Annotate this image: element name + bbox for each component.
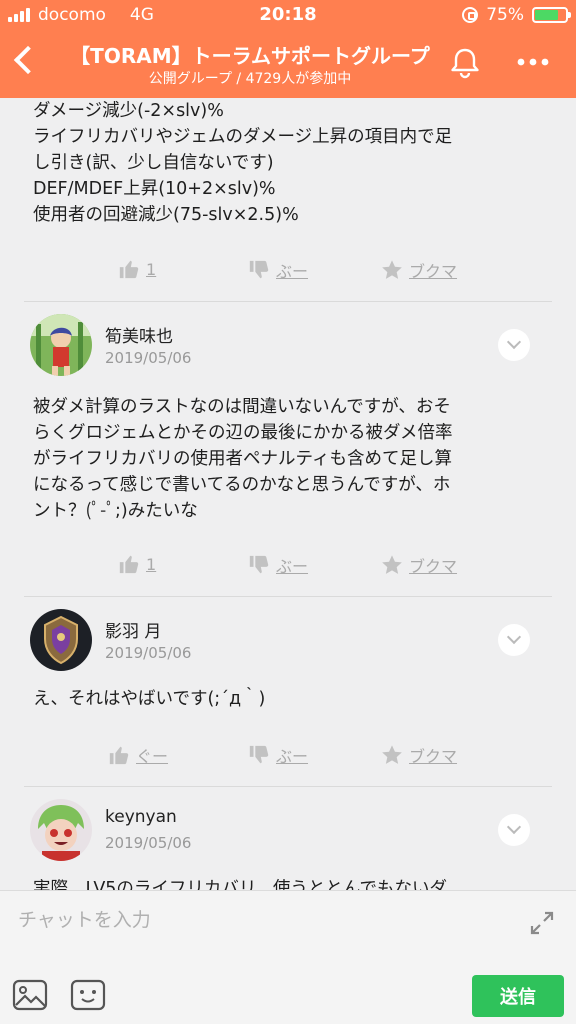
bookmark-button[interactable]: ブクマ [381, 258, 457, 282]
user-name[interactable]: keynyan [105, 807, 177, 827]
expand-icon[interactable] [528, 909, 556, 937]
star-icon [382, 260, 402, 279]
back-arrow-icon[interactable] [10, 44, 42, 80]
thumbs-up-icon [119, 555, 139, 574]
like-button[interactable]: 1 [118, 553, 156, 575]
chevron-down-icon[interactable] [498, 329, 530, 361]
bell-icon[interactable] [448, 46, 482, 80]
send-button[interactable]: 送信 [472, 975, 564, 1017]
chat-composer: 送信 [0, 890, 576, 1024]
divider [24, 301, 552, 302]
post-date: 2019/05/06 [105, 349, 192, 367]
thumbs-down-icon [249, 555, 269, 574]
post-text: ダメージ減少(-2×slv)% ライフリカバリやジェムのダメージ上昇の項目内で足… [33, 101, 453, 225]
post-text: 実際、LV5のライフリカバリ、使うととんでもないダ [33, 879, 448, 890]
status-bar: docomo 4G 20:18 75% [0, 0, 576, 30]
battery-percent: 75% [486, 5, 524, 25]
image-icon[interactable] [12, 979, 48, 1011]
thumbs-up-icon [119, 260, 139, 279]
chat-feed[interactable]: ダメージ減少(-2×slv)% ライフリカバリやジェムのダメージ上昇の項目内で足… [0, 98, 576, 890]
post-date: 2019/05/06 [105, 644, 192, 662]
like-button[interactable]: ぐー [108, 743, 168, 767]
avatar[interactable] [30, 799, 92, 861]
thumbs-down-icon [249, 260, 269, 279]
like-button[interactable]: 1 [118, 258, 156, 280]
divider [24, 596, 552, 597]
post-actions: ぐー ぶー ブクマ [0, 743, 576, 773]
divider [24, 786, 552, 787]
post-text: え、それはやばいです(;´д｀) [33, 689, 266, 709]
bookmark-button[interactable]: ブクマ [381, 553, 457, 577]
group-title: 【TORAM】トーラムサポートグループ [70, 44, 430, 68]
chevron-down-icon[interactable] [498, 814, 530, 846]
avatar[interactable] [30, 609, 92, 671]
boo-button[interactable]: ぶー [248, 258, 308, 282]
boo-button[interactable]: ぶー [248, 743, 308, 767]
chat-input[interactable] [18, 905, 498, 935]
post-actions: 1 ぶー ブクマ [0, 553, 576, 583]
avatar[interactable] [30, 314, 92, 376]
sticker-icon[interactable] [70, 979, 106, 1011]
post-actions: 1 ぶー ブクマ [0, 258, 576, 288]
post-text: 被ダメ計算のラストなのは間違いないんですが、おそ らくグロジェムとかその辺の最後… [33, 397, 453, 521]
star-icon [382, 555, 402, 574]
thumbs-down-icon [249, 745, 269, 764]
thumbs-up-icon [109, 746, 129, 765]
star-icon [382, 745, 402, 764]
chevron-down-icon[interactable] [498, 624, 530, 656]
post-date: 2019/05/06 [105, 834, 192, 852]
more-icon[interactable] [515, 52, 551, 72]
bookmark-button[interactable]: ブクマ [381, 743, 457, 767]
group-subtitle: 公開グループ / 4729人が参加中 [148, 71, 352, 87]
rotation-lock-icon [462, 7, 479, 23]
user-name[interactable]: 影羽 月 [105, 617, 161, 642]
battery-icon [532, 7, 571, 23]
boo-button[interactable]: ぶー [248, 553, 308, 577]
user-name[interactable]: 筍美味也 [105, 322, 173, 347]
app-header: docomo 4G 20:18 75% 【TORAM】トーラムサポートグループ … [0, 0, 576, 98]
